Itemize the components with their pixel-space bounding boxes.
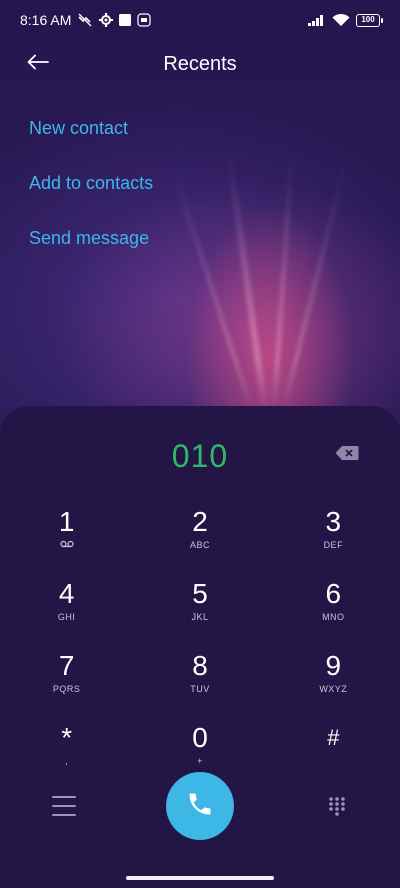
- key-digit: 6: [325, 578, 342, 609]
- menu-icon-line: [52, 805, 76, 807]
- key-digit: *: [61, 722, 73, 753]
- key-digit: 7: [58, 650, 75, 681]
- key-digit: 1: [58, 506, 75, 537]
- dialpad-panel: 010 1 2 ABC 3 DEF 4 GHI 5 JKL 6 MNO 7 PQ…: [0, 406, 400, 888]
- key-4[interactable]: 4 GHI: [0, 574, 133, 646]
- key-letters: WXYZ: [319, 684, 348, 694]
- hide-dialpad-button[interactable]: [328, 796, 346, 816]
- key-letters: JKL: [191, 612, 209, 622]
- key-letters: GHI: [57, 612, 76, 622]
- status-bar: 8:16 AM 100: [0, 0, 400, 40]
- key-2[interactable]: 2 ABC: [133, 502, 266, 574]
- dialpad-row: 7 PQRS 8 TUV 9 WXYZ: [0, 646, 400, 718]
- menu-icon-line: [52, 796, 76, 798]
- key-digit: 3: [325, 506, 342, 537]
- voicemail-icon: [60, 540, 74, 552]
- key-digit: #: [327, 725, 340, 750]
- key-letters: +: [197, 756, 203, 766]
- wifi-icon: [332, 13, 350, 27]
- key-6[interactable]: 6 MNO: [267, 574, 400, 646]
- dialpad-row: 4 GHI 5 JKL 6 MNO: [0, 574, 400, 646]
- key-5[interactable]: 5 JKL: [133, 574, 266, 646]
- key-8[interactable]: 8 TUV: [133, 646, 266, 718]
- add-to-contacts-link[interactable]: Add to contacts: [29, 167, 153, 222]
- key-letters: TUV: [190, 684, 210, 694]
- phone-icon: [186, 790, 214, 823]
- dialpad-bottom-bar: [0, 770, 400, 842]
- new-contact-link[interactable]: New contact: [29, 112, 153, 167]
- back-button[interactable]: [24, 52, 52, 76]
- signal-icon: [308, 14, 326, 26]
- key-digit: 4: [58, 578, 75, 609]
- backspace-icon: [335, 445, 359, 466]
- backspace-button[interactable]: [334, 445, 360, 466]
- arrow-left-icon: [27, 54, 49, 75]
- key-digit: 0: [192, 722, 208, 753]
- missed-call-off-icon: [77, 12, 93, 28]
- key-3[interactable]: 3 DEF: [267, 502, 400, 574]
- battery-indicator: 100: [356, 13, 383, 27]
- key-letters: ABC: [189, 540, 210, 550]
- home-indicator[interactable]: [126, 876, 274, 880]
- number-actions-list: New contact Add to contacts Send message: [29, 112, 153, 277]
- settings-gear-icon: [99, 13, 114, 27]
- key-digit: 8: [192, 650, 208, 681]
- key-digit: 9: [325, 650, 342, 681]
- key-letters: DEF: [323, 540, 344, 550]
- menu-button[interactable]: [52, 796, 76, 816]
- square-notification-icon: [119, 14, 132, 26]
- dialpad-grid-icon: [328, 797, 346, 820]
- dialpad-row: 1 2 ABC 3 DEF: [0, 502, 400, 574]
- call-button[interactable]: [166, 772, 234, 840]
- key-letters: MNO: [322, 612, 345, 622]
- key-digit: 5: [192, 578, 208, 609]
- app-header: Recents: [0, 44, 400, 84]
- dialpad-keys: 1 2 ABC 3 DEF 4 GHI 5 JKL 6 MNO 7 PQRS 8…: [0, 502, 400, 790]
- key-letters: PQRS: [52, 684, 81, 694]
- key-1[interactable]: 1: [0, 502, 133, 574]
- key-digit: 2: [192, 506, 208, 537]
- send-message-link[interactable]: Send message: [29, 222, 153, 277]
- key-9[interactable]: 9 WXYZ: [267, 646, 400, 718]
- key-7[interactable]: 7 PQRS: [0, 646, 133, 718]
- key-letters: ,: [65, 756, 69, 766]
- menu-icon-line: [52, 814, 76, 816]
- radio-icon: [137, 13, 151, 27]
- status-time: 8:16 AM: [20, 12, 72, 28]
- page-title: Recents: [163, 52, 237, 75]
